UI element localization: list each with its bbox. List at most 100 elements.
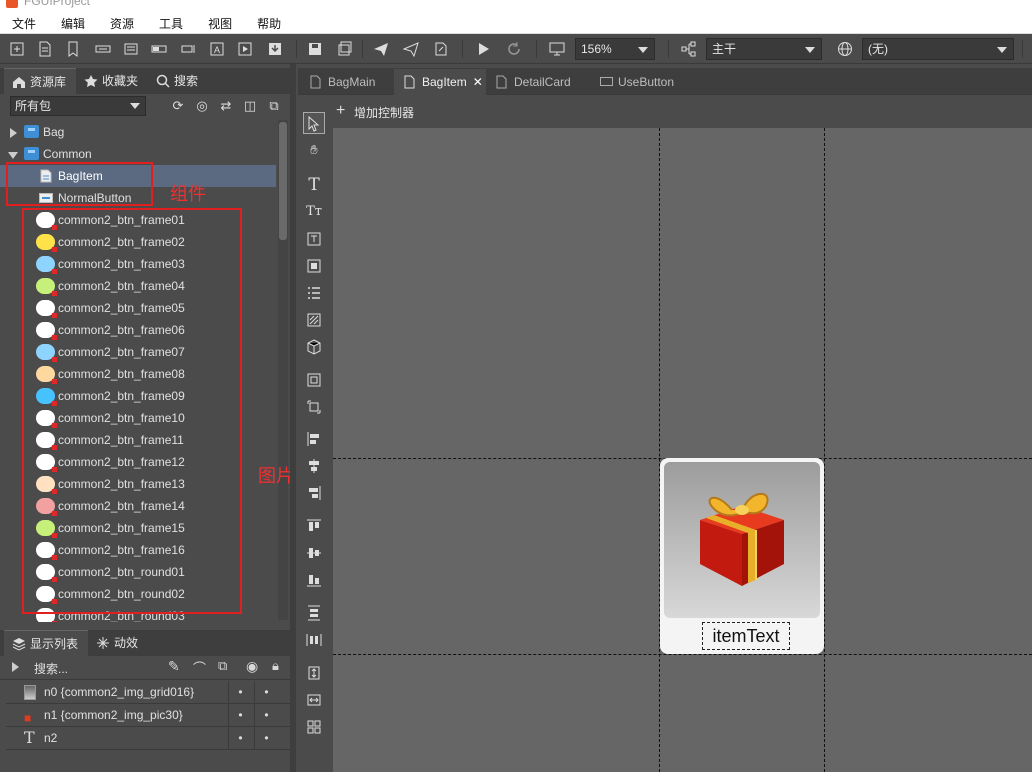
select-tool-icon[interactable] — [303, 112, 325, 134]
display-list-row[interactable]: Tn2 • • — [6, 727, 290, 750]
align-top-icon[interactable] — [303, 515, 325, 537]
bookmark-icon[interactable] — [64, 40, 82, 58]
visibility-toggle[interactable]: • — [228, 727, 252, 749]
menu-resources[interactable]: 资源 — [110, 15, 134, 32]
stage-canvas[interactable]: itemText — [333, 128, 1032, 772]
play-icon[interactable] — [474, 40, 492, 58]
edit-icon[interactable]: ✎ — [168, 658, 180, 675]
same-width-icon[interactable] — [303, 689, 325, 711]
svg-text:A: A — [214, 45, 220, 55]
input-text-tool-icon[interactable] — [303, 228, 325, 250]
publish-settings-icon[interactable] — [432, 40, 450, 58]
rich-text-tool-icon[interactable]: Tт — [303, 201, 325, 223]
gift-icon[interactable] — [692, 486, 792, 590]
copy-icon[interactable]: ⧉ — [218, 658, 227, 674]
expand-arrow-icon[interactable] — [12, 662, 19, 672]
visibility-toggle[interactable]: • — [228, 704, 252, 726]
new-component-icon[interactable] — [36, 40, 54, 58]
tab-bagmain[interactable]: BagMain — [300, 69, 394, 95]
lock-icon[interactable]: 🔒︎ — [272, 658, 279, 674]
refresh-icon[interactable] — [505, 40, 523, 58]
import-icon[interactable] — [266, 40, 284, 58]
lock-toggle[interactable]: • — [254, 727, 278, 749]
3d-tool-icon[interactable] — [303, 336, 325, 358]
tab-transitions[interactable]: 动效 — [88, 630, 148, 656]
zoom-dropdown[interactable]: 156% — [575, 38, 655, 60]
save-all-icon[interactable] — [336, 40, 354, 58]
add-icon[interactable]: + — [336, 102, 345, 120]
tab-bagitem[interactable]: BagItem ✕ — [394, 69, 486, 95]
package-icon — [24, 125, 39, 138]
display-search-input[interactable]: 搜索... — [34, 660, 68, 677]
menu-edit[interactable]: 编辑 — [61, 15, 85, 32]
locate-icon[interactable]: ◎ — [194, 98, 210, 114]
save-icon[interactable] — [306, 40, 324, 58]
expand-arrow-icon[interactable] — [10, 128, 17, 138]
scrollbar-thumb[interactable] — [279, 122, 287, 240]
hide-eye-icon[interactable]: ⌒ — [193, 658, 206, 677]
publish-icon[interactable] — [372, 40, 390, 58]
collapse-arrow-icon[interactable] — [8, 152, 18, 159]
display-list-row[interactable]: ■ n1 {common2_img_pic30} • • — [6, 704, 290, 727]
same-height-icon[interactable] — [303, 662, 325, 684]
add-controller-button[interactable]: 增加控制器 — [354, 104, 414, 121]
panel-splitter[interactable] — [290, 64, 296, 772]
menu-view[interactable]: 视图 — [208, 15, 232, 32]
new-slider-icon[interactable] — [180, 40, 198, 58]
align-middle-icon[interactable] — [303, 542, 325, 564]
grid-icon[interactable] — [303, 716, 325, 738]
item-text-label[interactable]: itemText — [702, 622, 790, 650]
tab-usebutton[interactable]: UseButton — [590, 69, 690, 95]
group-tool-icon[interactable] — [303, 369, 325, 391]
refresh-icon[interactable]: ⟳ — [170, 98, 186, 114]
align-right-icon[interactable] — [303, 482, 325, 504]
branch-icon[interactable] — [680, 40, 698, 58]
distribute-horizontal-icon[interactable] — [303, 629, 325, 651]
copy-icon[interactable]: ⧉ — [266, 98, 282, 114]
menu-file[interactable]: 文件 — [12, 15, 36, 32]
split-view-icon[interactable]: ◫ — [242, 98, 258, 114]
package-select[interactable]: 所有包 — [10, 96, 146, 116]
close-icon[interactable]: ✕ — [473, 75, 483, 89]
new-button-icon[interactable] — [94, 40, 112, 58]
annotation-images: 图片 — [258, 466, 294, 487]
distribute-vertical-icon[interactable] — [303, 602, 325, 624]
resolution-icon[interactable] — [548, 40, 566, 58]
globe-icon[interactable] — [836, 40, 854, 58]
display-list-row[interactable]: n0 {common2_img_grid016} • • — [6, 681, 290, 704]
visibility-toggle[interactable]: • — [228, 681, 252, 703]
item-frame-image[interactable] — [664, 462, 820, 618]
language-dropdown[interactable]: (无) — [862, 38, 1014, 60]
align-left-icon[interactable] — [303, 428, 325, 450]
eye-icon[interactable]: ◉ — [246, 658, 258, 675]
lock-toggle[interactable]: • — [254, 681, 278, 703]
graph-tool-icon[interactable] — [303, 309, 325, 331]
bag-item-component[interactable]: itemText — [660, 458, 824, 654]
new-progress-icon[interactable] — [150, 40, 168, 58]
tab-library[interactable]: 资源库 — [4, 68, 76, 94]
loader-tool-icon[interactable] — [303, 255, 325, 277]
tab-detailcard[interactable]: DetailCard — [486, 69, 590, 95]
new-package-icon[interactable] — [8, 40, 26, 58]
tab-display-list[interactable]: 显示列表 — [4, 630, 88, 656]
package-select-value: 所有包 — [15, 99, 52, 113]
lock-toggle[interactable]: • — [254, 704, 278, 726]
text-tool-icon[interactable]: T — [303, 174, 325, 196]
swap-icon[interactable]: ⇄ — [218, 98, 234, 114]
tab-search[interactable]: 搜索 — [148, 68, 210, 94]
align-center-icon[interactable] — [303, 455, 325, 477]
new-combo-icon[interactable] — [122, 40, 140, 58]
tree-scrollbar[interactable] — [278, 120, 288, 620]
publish-all-icon[interactable] — [402, 40, 420, 58]
hand-tool-icon[interactable]: ✋︎ — [303, 139, 325, 161]
branch-dropdown[interactable]: 主干 — [706, 38, 822, 60]
list-tool-icon[interactable] — [303, 282, 325, 304]
tab-favorites[interactable]: 收藏夹 — [76, 68, 148, 94]
menu-help[interactable]: 帮助 — [257, 15, 281, 32]
tree-folder-bag[interactable]: Bag — [0, 121, 276, 143]
new-movieclip-icon[interactable] — [236, 40, 254, 58]
align-bottom-icon[interactable] — [303, 569, 325, 591]
new-label-icon[interactable]: A — [208, 40, 226, 58]
menu-tools[interactable]: 工具 — [159, 15, 183, 32]
transform-tool-icon[interactable] — [303, 396, 325, 418]
